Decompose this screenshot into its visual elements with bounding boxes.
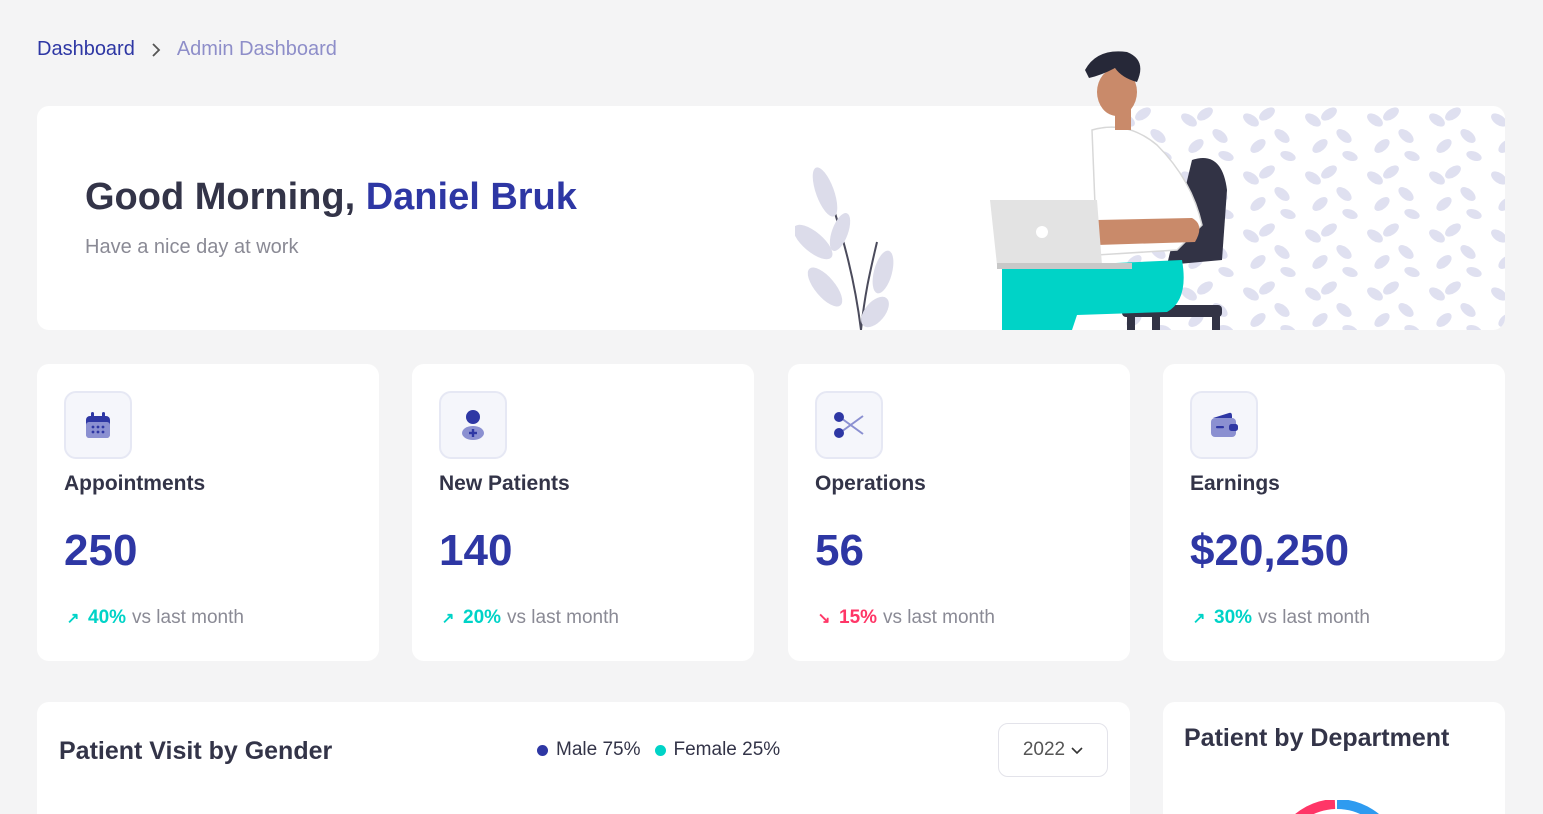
year-value: 2022: [1022, 739, 1066, 760]
arrow-up-right-icon: ↗: [1192, 610, 1206, 627]
stat-trend: ↘ 15% vs last month: [815, 607, 995, 629]
patient-icon: [439, 391, 507, 459]
stat-trend: ↗ 30% vs last month: [1190, 607, 1370, 629]
person-laptop-illustration: [990, 51, 1227, 330]
chevron-down-icon: [1071, 739, 1083, 761]
arrow-up-right-icon: ↗: [66, 610, 80, 627]
legend-label: Male 75%: [556, 739, 641, 760]
stat-card-new-patients[interactable]: New Patients 140 ↗ 20% vs last month: [412, 364, 754, 661]
trend-suffix: vs last month: [883, 607, 995, 628]
year-select[interactable]: 2022: [998, 723, 1108, 777]
arrow-up-right-icon: ↗: [441, 610, 455, 627]
greeting-heading: Good Morning, Daniel Bruk: [85, 176, 577, 219]
donut-segment-blue: [1336, 800, 1379, 814]
greeting-subtitle: Have a nice day at work: [85, 236, 299, 258]
stat-label: New Patients: [439, 472, 570, 495]
stat-label: Earnings: [1190, 472, 1280, 495]
trend-suffix: vs last month: [507, 607, 619, 628]
panel-title: Patient Visit by Gender: [59, 737, 333, 765]
trend-percent: 15%: [839, 607, 878, 628]
greeting-text: Good Morning,: [85, 176, 356, 218]
chart-legend: Male 75% Female 25%: [537, 739, 780, 761]
legend-item-female: Female 25%: [654, 739, 781, 761]
stat-trend: ↗ 40% vs last month: [64, 607, 244, 629]
legend-label: Female 25%: [673, 739, 781, 760]
chevron-right-icon: [151, 42, 161, 57]
trend-suffix: vs last month: [132, 607, 244, 628]
breadcrumb: Dashboard Admin Dashboard: [37, 38, 337, 61]
panel-title: Patient by Department: [1184, 724, 1450, 752]
calendar-icon: [64, 391, 132, 459]
arrow-down-right-icon: ↘: [817, 610, 831, 627]
legend-dot: [654, 744, 666, 756]
stat-card-operations[interactable]: Operations 56 ↘ 15% vs last month: [788, 364, 1130, 661]
stat-label: Operations: [815, 472, 926, 495]
stat-label: Appointments: [64, 472, 206, 495]
trend-suffix: vs last month: [1258, 607, 1370, 628]
breadcrumb-dashboard-link[interactable]: Dashboard: [37, 38, 135, 61]
legend-dot: [537, 744, 548, 756]
stat-value: $20,250: [1190, 526, 1350, 575]
trend-percent: 30%: [1214, 607, 1253, 628]
stat-value: 56: [815, 526, 864, 575]
scissors-icon: [815, 391, 883, 459]
stat-card-earnings[interactable]: Earnings $20,250 ↗ 30% vs last month: [1163, 364, 1505, 661]
gender-chart-panel: Patient Visit by Gender Male 75% Female …: [37, 702, 1130, 814]
donut-segment-red: [1295, 800, 1336, 814]
user-name: Daniel Bruk: [365, 176, 577, 218]
stat-value: 140: [439, 526, 513, 575]
stat-value: 250: [64, 526, 138, 575]
trend-percent: 20%: [463, 607, 502, 628]
donut-chart: [1295, 800, 1379, 814]
breadcrumb-current: Admin Dashboard: [176, 38, 337, 60]
wallet-icon: [1190, 391, 1258, 459]
trend-percent: 40%: [88, 607, 127, 628]
welcome-card: Good Morning, Daniel Bruk Have a nice da…: [37, 51, 1505, 330]
stat-trend: ↗ 20% vs last month: [439, 607, 619, 629]
department-chart-panel: Patient by Department: [1163, 702, 1505, 814]
stat-card-appointments[interactable]: Appointments 250 ↗ 40% vs last month: [37, 364, 379, 661]
legend-item-male: Male 75%: [537, 739, 641, 761]
